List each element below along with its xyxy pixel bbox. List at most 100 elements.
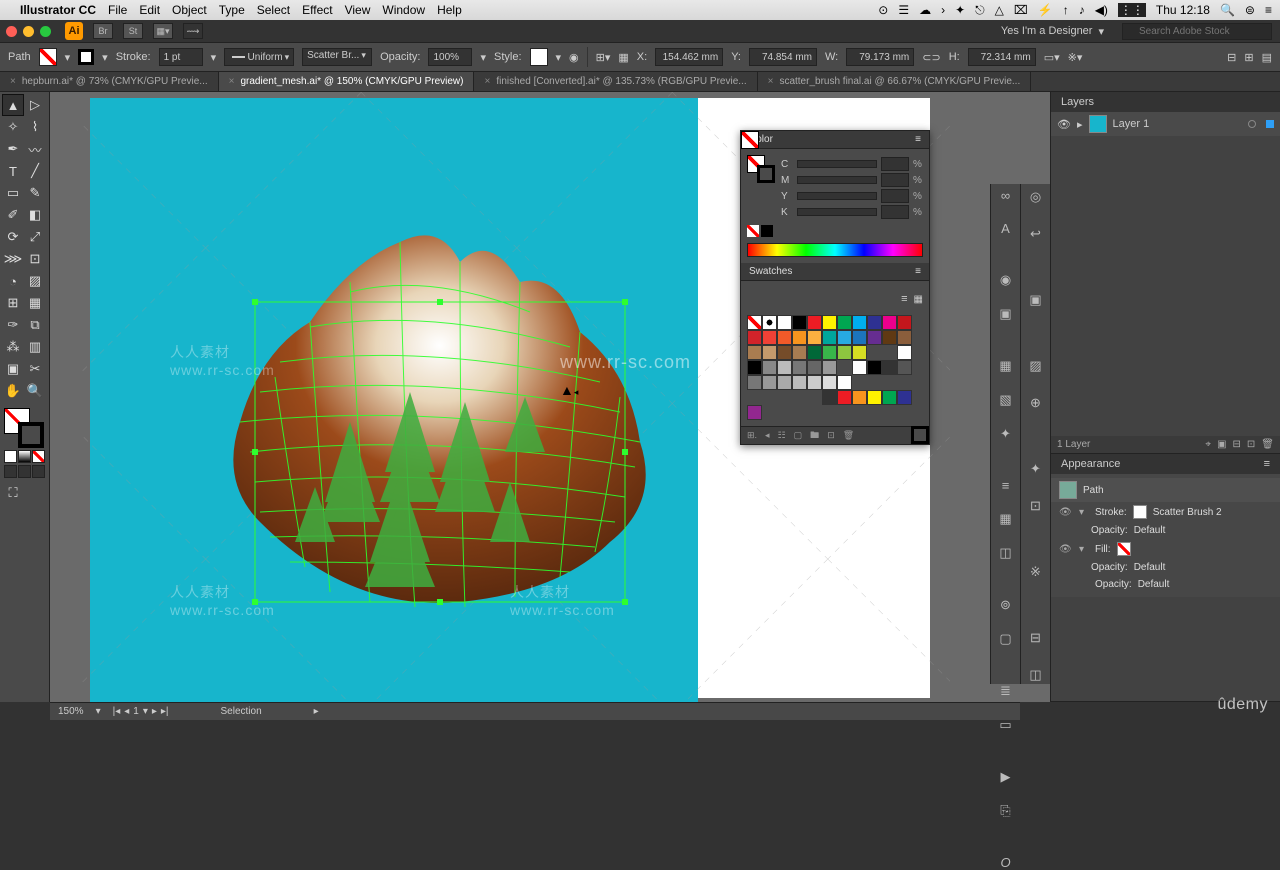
swatch[interactable]	[807, 375, 822, 390]
close-window-button[interactable]	[6, 26, 17, 37]
swatch[interactable]	[807, 330, 822, 345]
swatch[interactable]	[747, 360, 762, 375]
layers-icon[interactable]: ≣	[996, 683, 1016, 699]
input-flag[interactable]: ⋮⋮	[1118, 3, 1146, 17]
type-tool[interactable]: T	[2, 160, 24, 182]
style-swatch[interactable]	[530, 48, 548, 66]
eraser-tool[interactable]: ◧	[24, 204, 46, 226]
doc-tab[interactable]: ×scatter_brush final.ai @ 66.67% (CMYK/G…	[758, 72, 1032, 91]
swatch[interactable]	[762, 330, 777, 345]
swatch[interactable]	[882, 390, 897, 405]
w-input[interactable]	[846, 48, 914, 66]
doc-tab[interactable]: ×hepburn.ai* @ 73% (CMYK/GPU Previe...	[0, 72, 219, 91]
color-swatches-panel[interactable]: Color≡ C% M% Y% K% Swatches≡ ≡ ▦	[740, 130, 930, 445]
swatch[interactable]	[747, 345, 762, 360]
spotlight-icon[interactable]: 🔍	[1220, 3, 1235, 17]
gradient-mesh-object[interactable]	[200, 222, 660, 622]
appearance-icon[interactable]: ⊚	[996, 597, 1016, 613]
actions-icon[interactable]: ▶	[996, 769, 1016, 785]
status-icon[interactable]: ✦	[955, 3, 965, 17]
swatch[interactable]	[792, 330, 807, 345]
swatch[interactable]	[822, 345, 837, 360]
swatch[interactable]	[837, 315, 852, 330]
panel-icon[interactable]: ✦	[1026, 460, 1046, 479]
graphic-styles-icon[interactable]: ▢	[996, 631, 1016, 647]
menu-window[interactable]: Window	[382, 3, 425, 17]
app-menu[interactable]: Illustrator CC	[20, 3, 96, 17]
next-artboard-icon[interactable]: ▸	[152, 706, 157, 717]
swatch[interactable]	[882, 360, 897, 375]
expand-icon[interactable]: ▾	[1079, 544, 1089, 555]
style-dd[interactable]: ▾	[556, 51, 562, 64]
appearance-panel-title[interactable]: Appearance≡	[1051, 454, 1280, 474]
visibility-icon[interactable]: 👁	[1059, 507, 1073, 518]
color-guide-icon[interactable]: ▣	[996, 306, 1016, 322]
rotate-tool[interactable]: ⟳	[2, 226, 24, 248]
new-layer-icon[interactable]: ⊡	[1247, 439, 1255, 450]
appearance-target-row[interactable]: Path	[1051, 478, 1280, 502]
status-icon[interactable]: ☁	[919, 3, 931, 17]
swatch[interactable]	[882, 330, 897, 345]
selection-tool[interactable]: ▲	[2, 94, 24, 116]
transparency-icon[interactable]: ◫	[996, 545, 1016, 561]
transform-icon[interactable]: ※▾	[1068, 51, 1083, 64]
menu-help[interactable]: Help	[437, 3, 462, 17]
line-tool[interactable]: ╱	[24, 160, 46, 182]
appearance-opacity-row[interactable]: Opacity: Default	[1051, 522, 1280, 539]
h-input[interactable]	[968, 48, 1036, 66]
align-icon[interactable]: ⊟	[1026, 628, 1046, 647]
swatch[interactable]	[747, 330, 762, 345]
status-icon[interactable]: ⚡	[1038, 3, 1053, 17]
panel-menu-icon[interactable]: ≡	[915, 134, 921, 145]
color-panel-header[interactable]: Color≡	[741, 131, 929, 149]
layers-panel-title[interactable]: Layers	[1051, 92, 1280, 112]
color-icon[interactable]: ◉	[996, 272, 1016, 288]
panel-icon[interactable]: ⊡	[1026, 496, 1046, 515]
m-value[interactable]	[881, 173, 909, 187]
draw-inside[interactable]	[32, 465, 45, 478]
close-icon[interactable]: ×	[10, 76, 16, 87]
curvature-tool[interactable]: 〰	[24, 138, 46, 160]
m-slider[interactable]	[797, 176, 877, 184]
zoom-level[interactable]: 150%	[58, 706, 84, 717]
swatch-fill-stroke[interactable]	[747, 287, 771, 311]
stroke-icon[interactable]: ≡	[996, 478, 1016, 493]
panel-icon[interactable]: ※	[1026, 562, 1046, 581]
swatch[interactable]	[792, 315, 807, 330]
none-swatch[interactable]	[747, 225, 759, 237]
arrange-button[interactable]: ▦▾	[153, 23, 173, 39]
zoom-dd[interactable]: ▾	[96, 706, 101, 717]
new-sublayer-icon[interactable]: ⊟	[1233, 439, 1241, 450]
panel-menu-icon[interactable]: ≡	[915, 266, 921, 277]
swatch[interactable]	[807, 360, 822, 375]
new-swatch-icon[interactable]: ⊡	[827, 430, 835, 441]
swatch[interactable]	[777, 315, 792, 330]
swatch[interactable]	[897, 345, 912, 360]
swatch[interactable]	[822, 330, 837, 345]
swatch[interactable]	[897, 390, 912, 405]
swatch[interactable]	[762, 360, 777, 375]
swatch[interactable]	[897, 360, 912, 375]
swatch[interactable]	[822, 375, 837, 390]
new-group-icon[interactable]: ▢	[794, 430, 803, 441]
appearance-opacity-row[interactable]: Opacity: Default	[1051, 559, 1280, 576]
layer-name[interactable]: Layer 1	[1113, 118, 1150, 130]
status-menu-icon[interactable]: ▸	[314, 706, 319, 717]
workspace-label[interactable]: Yes I'm a Designer	[1001, 25, 1093, 37]
free-transform-tool[interactable]: ⊡	[24, 248, 46, 270]
swatch[interactable]	[777, 360, 792, 375]
recolor-icon[interactable]: ◉	[569, 51, 579, 64]
color-mode[interactable]	[4, 450, 17, 463]
swatch[interactable]	[792, 360, 807, 375]
visibility-icon[interactable]: 👁	[1057, 118, 1071, 131]
k-value[interactable]	[881, 205, 909, 219]
pathfinder-icon[interactable]: ◫	[1026, 665, 1046, 684]
shape-builder-tool[interactable]: ◔	[2, 270, 24, 292]
gpu-button[interactable]: ⟿	[183, 23, 203, 39]
stroke-weight-input[interactable]	[159, 48, 203, 66]
chevron-down-icon[interactable]: ▾	[1098, 25, 1104, 38]
expand-icon[interactable]: ▾	[1079, 507, 1089, 518]
symbol-sprayer-tool[interactable]: ⁂	[2, 336, 24, 358]
swatch[interactable]	[867, 330, 882, 345]
menu-file[interactable]: File	[108, 3, 127, 17]
